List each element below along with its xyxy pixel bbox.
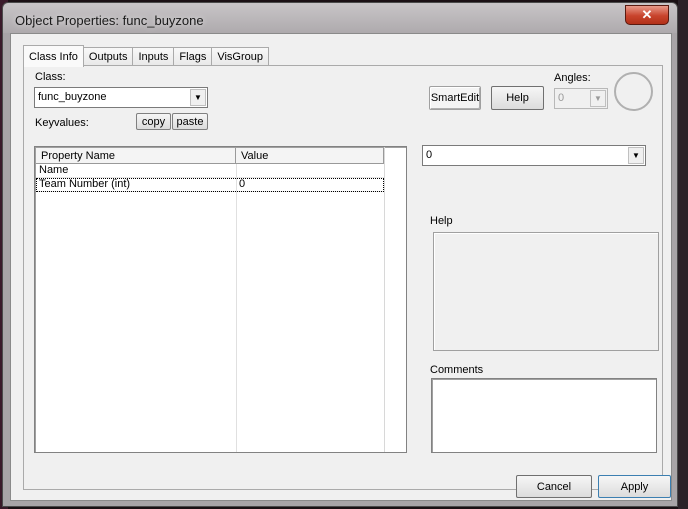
property-value xyxy=(237,164,383,177)
table-row[interactable]: Name xyxy=(36,164,384,178)
column-header-property-name[interactable]: Property Name xyxy=(36,148,236,164)
property-value: 0 xyxy=(239,178,246,190)
chevron-down-icon: ▼ xyxy=(590,90,606,107)
object-properties-dialog: Object Properties: func_buyzone ✕ Class … xyxy=(2,2,678,507)
tab-flags[interactable]: Flags xyxy=(173,47,213,66)
cancel-button[interactable]: Cancel xyxy=(516,475,592,498)
table-row[interactable]: Team Number (int) 0 xyxy=(36,178,384,192)
smartedit-toggle[interactable]: SmartEdit xyxy=(429,86,481,110)
help-text-box xyxy=(433,232,659,351)
list-rows: Name Team Number (int) 0 xyxy=(36,164,384,192)
angles-label: Angles: xyxy=(554,72,591,84)
value-select[interactable]: 0 ▼ xyxy=(422,145,646,166)
help-panel-label: Help xyxy=(430,215,453,227)
title-bar[interactable]: Object Properties: func_buyzone ✕ xyxy=(3,3,677,33)
class-select[interactable]: func_buyzone ▼ xyxy=(34,87,208,108)
keyvalues-list[interactable]: Property Name Value Name Team Number (in… xyxy=(34,146,407,453)
apply-button[interactable]: Apply xyxy=(598,475,671,498)
tab-strip: Class Info Outputs Inputs Flags VisGroup xyxy=(23,44,269,67)
editor-background-right xyxy=(678,0,688,509)
scrollbar-track xyxy=(384,147,385,452)
column-header-value[interactable]: Value xyxy=(236,148,384,164)
chevron-down-icon[interactable]: ▼ xyxy=(628,147,644,164)
tab-visgroup[interactable]: VisGroup xyxy=(211,47,269,66)
list-header: Property Name Value xyxy=(36,148,384,164)
comments-textarea[interactable] xyxy=(431,378,657,453)
angles-select: 0 ▼ xyxy=(554,88,608,109)
tab-outputs[interactable]: Outputs xyxy=(82,47,134,66)
help-button[interactable]: Help xyxy=(491,86,544,110)
tab-inputs[interactable]: Inputs xyxy=(132,47,175,66)
window-title: Object Properties: func_buyzone xyxy=(15,13,204,28)
value-editor-value: 0 xyxy=(426,149,433,161)
comments-label: Comments xyxy=(430,364,484,376)
property-name: Name xyxy=(39,164,69,176)
paste-button[interactable]: paste xyxy=(172,113,208,130)
copy-button[interactable]: copy xyxy=(136,113,171,130)
dialog-client: Class Info Outputs Inputs Flags VisGroup… xyxy=(10,33,672,501)
angle-dial[interactable] xyxy=(614,72,653,111)
keyvalues-label: Keyvalues: xyxy=(35,117,89,129)
class-value: func_buyzone xyxy=(38,91,107,103)
class-label: Class: xyxy=(35,71,66,83)
close-icon: ✕ xyxy=(641,7,653,22)
column-divider xyxy=(236,164,237,452)
tab-class-info[interactable]: Class Info xyxy=(23,45,84,67)
chevron-down-icon[interactable]: ▼ xyxy=(190,89,206,106)
angles-value: 0 xyxy=(558,92,565,104)
property-name: Team Number (int) xyxy=(39,178,131,190)
close-button[interactable]: ✕ xyxy=(625,5,669,25)
